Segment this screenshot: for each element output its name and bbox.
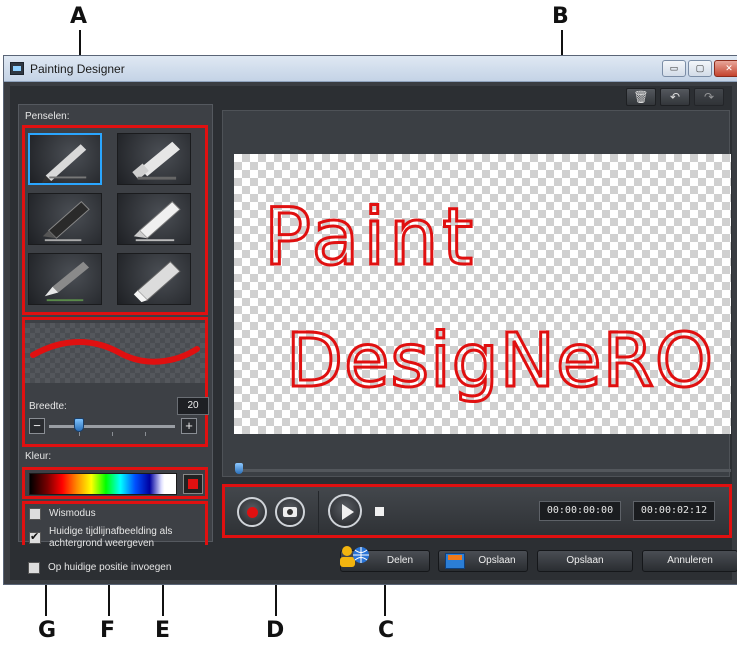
show-background-label: Huidige tijdlijnafbeelding als achtergro… bbox=[49, 526, 173, 549]
canvas-text-line2: DesigNeRO bbox=[286, 318, 714, 404]
app-icon bbox=[10, 62, 24, 75]
canvas-area: Paint DesigNeRO bbox=[222, 110, 731, 477]
close-button[interactable]: ✕ bbox=[714, 60, 737, 77]
insert-position-label: Op huidige positie invoegen bbox=[48, 562, 172, 573]
erase-mode-checkbox[interactable] bbox=[29, 508, 41, 520]
snapshot-button[interactable] bbox=[275, 497, 305, 527]
window-title: Painting Designer bbox=[30, 62, 125, 76]
timeline-track[interactable] bbox=[237, 469, 731, 472]
width-increase-button[interactable]: + bbox=[181, 418, 197, 434]
cancel-button[interactable]: Annuleren bbox=[642, 550, 737, 572]
brush-flat-tile[interactable] bbox=[117, 133, 191, 185]
show-background-checkbox[interactable] bbox=[29, 531, 41, 544]
callout-f: F bbox=[100, 618, 116, 643]
undo-icon: ↶ bbox=[669, 90, 681, 104]
client-area: Penselen: Breedte: 20 − + Kleur: Wismodu… bbox=[10, 86, 737, 580]
save-icon bbox=[445, 553, 465, 569]
share-button[interactable]: Delen bbox=[340, 546, 430, 572]
callout-d: D bbox=[266, 618, 285, 643]
save-button[interactable]: Opslaan bbox=[537, 550, 633, 572]
brush-crayon-tile[interactable] bbox=[117, 193, 191, 245]
slider-tick bbox=[79, 432, 80, 436]
selected-color-swatch[interactable] bbox=[183, 474, 203, 494]
title-bar[interactable]: Painting Designer ▭ ▢ ✕ bbox=[4, 56, 737, 82]
brush-eraser-tile[interactable] bbox=[117, 253, 191, 305]
delete-button[interactable]: 🗑 bbox=[626, 88, 656, 106]
play-icon bbox=[342, 504, 354, 520]
timeline-thumb[interactable] bbox=[235, 463, 243, 474]
callout-b: B bbox=[552, 4, 569, 29]
color-label: Kleur: bbox=[25, 451, 52, 462]
redo-button[interactable]: ↷ bbox=[694, 88, 724, 106]
separator bbox=[318, 491, 319, 533]
width-slider-thumb[interactable] bbox=[74, 418, 84, 432]
brushes-label: Penselen: bbox=[25, 111, 70, 122]
width-decrease-button[interactable]: − bbox=[29, 418, 45, 434]
slider-tick bbox=[145, 432, 146, 436]
slider-tick bbox=[112, 432, 113, 436]
callout-g: G bbox=[38, 618, 57, 643]
save-as-label: Opslaan bbox=[478, 555, 516, 566]
brush-grid bbox=[23, 131, 207, 311]
callout-e: E bbox=[155, 618, 171, 643]
play-button[interactable] bbox=[328, 494, 362, 528]
stop-button[interactable] bbox=[375, 507, 384, 516]
record-icon bbox=[247, 507, 258, 518]
brush-settings-panel: Penselen: Breedte: 20 − + Kleur: Wismodu… bbox=[18, 104, 213, 549]
brush-pen-tile[interactable] bbox=[28, 133, 102, 185]
color-spectrum-picker[interactable] bbox=[29, 473, 177, 495]
callout-c: C bbox=[378, 618, 395, 643]
brush-fountain-pen-tile[interactable] bbox=[28, 253, 102, 305]
brush-marker-tile[interactable] bbox=[28, 193, 102, 245]
handwritten-text: Paint DesigNeRO bbox=[263, 192, 715, 406]
width-label: Breedte: bbox=[29, 401, 67, 412]
save-as-button[interactable]: Opslaan bbox=[438, 550, 528, 572]
drawing-canvas[interactable]: Paint DesigNeRO bbox=[234, 154, 731, 434]
camera-icon bbox=[283, 507, 297, 517]
share-label: Delen bbox=[386, 555, 414, 566]
callout-a: A bbox=[70, 4, 88, 29]
share-icon bbox=[340, 546, 369, 567]
canvas-text-line1: Paint bbox=[264, 193, 477, 283]
record-button[interactable] bbox=[237, 497, 267, 527]
playback-controls: 00:00:00:00 00:00:02:12 bbox=[222, 484, 732, 538]
total-time-display: 00:00:02:12 bbox=[633, 501, 715, 521]
redo-icon: ↷ bbox=[703, 90, 715, 104]
current-time-display: 00:00:00:00 bbox=[539, 501, 621, 521]
erase-mode-label: Wismodus bbox=[49, 508, 96, 519]
maximize-button[interactable]: ▢ bbox=[688, 60, 712, 77]
minimize-button[interactable]: ▭ bbox=[662, 60, 686, 77]
width-value-field[interactable]: 20 bbox=[177, 397, 209, 415]
trash-icon: 🗑 bbox=[633, 90, 649, 104]
painting-designer-window: Painting Designer ▭ ▢ ✕ Penselen: Breedt… bbox=[3, 55, 737, 585]
stroke-preview bbox=[25, 323, 205, 383]
insert-position-checkbox[interactable] bbox=[28, 562, 40, 574]
width-slider-track[interactable] bbox=[49, 425, 175, 428]
undo-button[interactable]: ↶ bbox=[660, 88, 690, 106]
